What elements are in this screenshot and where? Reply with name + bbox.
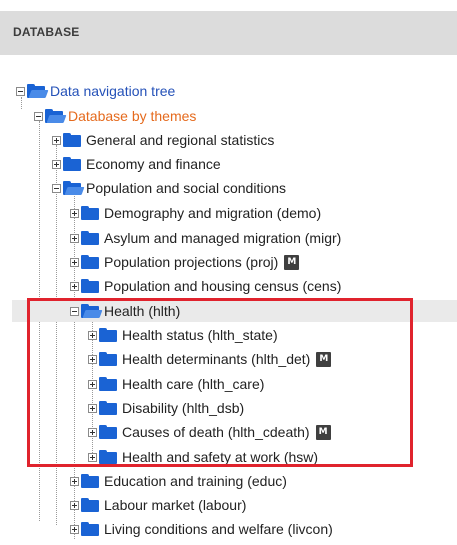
tree-node-demography-migration[interactable]: Demography and migration (demo) xyxy=(0,202,457,224)
tree-node-label[interactable]: Data navigation tree xyxy=(50,83,175,99)
tree-node-label[interactable]: Demography and migration (demo) xyxy=(104,205,321,221)
expand-toggle-icon[interactable] xyxy=(70,257,79,267)
tree-node-label[interactable]: General and regional statistics xyxy=(86,132,274,148)
folder-closed-icon xyxy=(81,498,99,512)
expand-toggle-icon[interactable] xyxy=(88,379,97,389)
expand-toggle-icon[interactable] xyxy=(88,403,97,413)
tree-node-health-status[interactable]: Health status (hlth_state) xyxy=(0,324,457,346)
folder-open-icon xyxy=(45,109,67,123)
expand-toggle-icon[interactable] xyxy=(88,427,97,437)
expand-toggle-icon[interactable] xyxy=(88,452,97,462)
tree-node-label[interactable]: Population projections (proj) xyxy=(104,254,278,270)
tree-node-label[interactable]: Population and social conditions xyxy=(86,180,286,196)
tree-node-health[interactable]: Health (hlth) xyxy=(12,300,457,322)
expand-toggle-icon[interactable] xyxy=(70,281,79,291)
folder-closed-icon xyxy=(63,133,81,147)
collapse-toggle-icon[interactable] xyxy=(52,183,61,193)
navigation-tree: Data navigation tree Database by themes … xyxy=(0,0,457,545)
tree-node-label[interactable]: Causes of death (hlth_cdeath) xyxy=(122,424,310,440)
tree-node-housing-census[interactable]: Population and housing census (cens) xyxy=(0,275,457,297)
folder-closed-icon xyxy=(63,157,81,171)
folder-closed-icon xyxy=(99,328,117,342)
tree-node-label[interactable]: Living conditions and welfare (livcon) xyxy=(104,521,333,537)
tree-node-education-training[interactable]: Education and training (educ) xyxy=(0,470,457,492)
expand-toggle-icon[interactable] xyxy=(70,208,79,218)
folder-open-icon xyxy=(81,304,103,318)
tree-node-economy-finance[interactable]: Economy and finance xyxy=(0,153,457,175)
tree-node-label[interactable]: Health determinants (hlth_det) xyxy=(122,351,310,367)
collapse-toggle-icon[interactable] xyxy=(70,306,79,316)
expand-toggle-icon[interactable] xyxy=(70,524,79,534)
tree-node-label[interactable]: Database by themes xyxy=(68,108,196,124)
tree-node-label[interactable]: Labour market (labour) xyxy=(104,497,246,513)
tree-node-label[interactable]: Health (hlth) xyxy=(104,303,180,319)
tree-node-health-care[interactable]: Health care (hlth_care) xyxy=(0,373,457,395)
folder-closed-icon xyxy=(99,425,117,439)
folder-closed-icon xyxy=(81,255,99,269)
tree-node-living-conditions[interactable]: Living conditions and welfare (livcon) xyxy=(0,518,457,540)
expand-toggle-icon[interactable] xyxy=(88,330,97,340)
folder-closed-icon xyxy=(81,231,99,245)
folder-open-icon xyxy=(63,181,85,195)
tree-node-labour-market[interactable]: Labour market (labour) xyxy=(0,494,457,516)
tree-node-asylum-migration[interactable]: Asylum and managed migration (migr) xyxy=(0,227,457,249)
tree-node-population-projections[interactable]: Population projections (proj) M xyxy=(0,251,457,273)
metadata-icon[interactable]: M xyxy=(315,424,331,440)
tree-node-label[interactable]: Education and training (educ) xyxy=(104,473,287,489)
collapse-toggle-icon[interactable] xyxy=(16,86,25,96)
tree-node-label[interactable]: Asylum and managed migration (migr) xyxy=(104,230,341,246)
tree-node-label[interactable]: Economy and finance xyxy=(86,156,221,172)
tree-node-label[interactable]: Health status (hlth_state) xyxy=(122,327,278,343)
tree-node-label[interactable]: Disability (hlth_dsb) xyxy=(122,400,244,416)
folder-closed-icon xyxy=(81,474,99,488)
tree-node-general-regional-statistics[interactable]: General and regional statistics xyxy=(0,129,457,151)
folder-closed-icon xyxy=(81,206,99,220)
tree-node-disability[interactable]: Disability (hlth_dsb) xyxy=(0,397,457,419)
tree-node-causes-of-death[interactable]: Causes of death (hlth_cdeath) M xyxy=(0,421,457,443)
tree-node-population-social-conditions[interactable]: Population and social conditions xyxy=(0,177,457,199)
tree-node-health-determinants[interactable]: Health determinants (hlth_det) M xyxy=(0,348,457,370)
expand-toggle-icon[interactable] xyxy=(70,500,79,510)
metadata-icon[interactable]: M xyxy=(284,254,300,270)
tree-node-health-safety-work[interactable]: Health and safety at work (hsw) xyxy=(0,446,457,468)
folder-open-icon xyxy=(27,84,49,98)
collapse-toggle-icon[interactable] xyxy=(34,111,43,121)
tree-node-database-by-themes[interactable]: Database by themes xyxy=(0,105,457,127)
folder-closed-icon xyxy=(99,377,117,391)
metadata-icon[interactable]: M xyxy=(316,351,332,367)
tree-node-data-navigation-tree[interactable]: Data navigation tree xyxy=(0,80,446,102)
expand-toggle-icon[interactable] xyxy=(88,354,97,364)
folder-closed-icon xyxy=(99,401,117,415)
tree-node-label[interactable]: Health and safety at work (hsw) xyxy=(122,449,318,465)
tree-node-label[interactable]: Population and housing census (cens) xyxy=(104,278,341,294)
expand-toggle-icon[interactable] xyxy=(52,135,61,145)
folder-closed-icon xyxy=(99,450,117,464)
expand-toggle-icon[interactable] xyxy=(52,159,61,169)
folder-closed-icon xyxy=(99,352,117,366)
expand-toggle-icon[interactable] xyxy=(70,233,79,243)
expand-toggle-icon[interactable] xyxy=(70,476,79,486)
folder-closed-icon xyxy=(81,279,99,293)
folder-closed-icon xyxy=(81,522,99,536)
tree-node-label[interactable]: Health care (hlth_care) xyxy=(122,376,264,392)
